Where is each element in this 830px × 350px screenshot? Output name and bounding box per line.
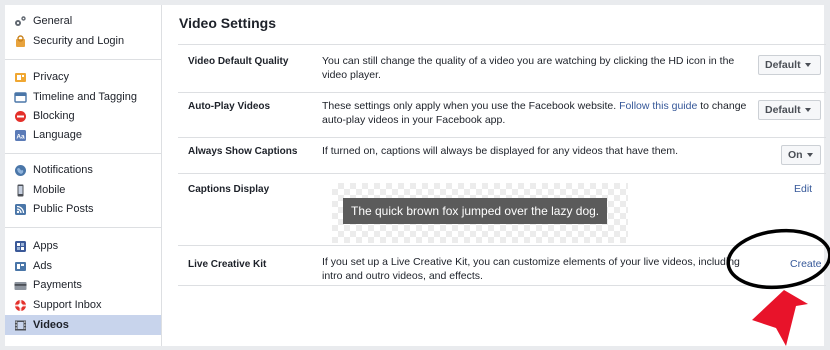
settings-sidebar: General Security and Login Privacy Timel… [5,5,162,346]
sidebar-item-label: Videos [33,319,69,331]
timeline-icon [14,91,27,104]
sidebar-divider [5,59,162,60]
sidebar-item-support-inbox[interactable]: Support Inbox [5,295,161,315]
sidebar-item-label: General [33,15,73,27]
sidebar-item-security[interactable]: Security and Login [5,31,161,51]
sidebar-divider [5,153,162,154]
follow-guide-link[interactable]: Follow this guide [619,100,697,112]
sidebar-item-label: Apps [33,240,59,252]
sidebar-item-general[interactable]: General [5,11,161,31]
caret-down-icon [806,153,813,157]
setting-desc-live-creative-kit: If you set up a Live Creative Kit, you c… [322,256,740,282]
sidebar-item-label: Ads [33,260,52,272]
dropdown-value: Default [765,104,801,116]
sidebar-item-label: Privacy [33,71,70,83]
captions-dropdown[interactable]: On [781,145,821,165]
payments-icon [14,279,27,292]
row-divider [178,245,826,246]
desc-text: These settings only apply when you use t… [322,100,617,112]
sidebar-item-label: Mobile [33,184,66,196]
language-icon: Aa [14,129,27,142]
row-divider [178,285,826,286]
block-icon [14,110,27,123]
sidebar-item-label: Timeline and Tagging [33,91,137,103]
sidebar-item-blocking[interactable]: Blocking [5,106,161,126]
sidebar-item-label: Security and Login [33,35,125,47]
default-quality-dropdown[interactable]: Default [758,55,821,75]
caret-down-icon [804,63,811,67]
sidebar-item-notifications[interactable]: Notifications [5,160,161,180]
sidebar-item-label: Support Inbox [33,299,102,311]
row-divider [178,173,826,174]
privacy-icon [14,71,27,84]
setting-label-captions: Always Show Captions [188,146,298,157]
gear-icon [14,15,27,28]
caret-down-icon [804,108,811,112]
dropdown-value: Default [765,59,801,71]
mobile-icon [14,184,27,197]
sidebar-item-mobile[interactable]: Mobile [5,180,161,200]
rss-icon [14,203,27,216]
sidebar-item-timeline[interactable]: Timeline and Tagging [5,87,161,107]
setting-desc-autoplay: These settings only apply when you use t… [322,99,747,127]
sidebar-item-videos[interactable]: Videos [5,315,161,335]
lifebuoy-icon [14,299,27,312]
sidebar-item-label: Blocking [33,110,75,122]
setting-label-autoplay: Auto-Play Videos [188,101,271,112]
sidebar-item-label: Public Posts [33,203,94,215]
apps-icon [14,240,27,253]
setting-label-default-quality: Video Default Quality [188,56,289,67]
sidebar-item-ads[interactable]: Ads [5,256,161,276]
autoplay-dropdown[interactable]: Default [758,100,821,120]
setting-desc-captions: If turned on, captions will always be di… [322,145,679,157]
svg-text:Aa: Aa [16,133,25,140]
row-divider [178,92,826,93]
sidebar-item-label: Notifications [33,164,93,176]
sidebar-item-privacy[interactable]: Privacy [5,67,161,87]
sidebar-item-language[interactable]: Aa Language [5,125,161,145]
title-divider [178,44,826,45]
setting-desc-default-quality: You can still change the quality of a vi… [322,55,735,81]
sidebar-divider [5,227,162,228]
globe-icon [14,164,27,177]
edit-captions-link[interactable]: Edit [794,183,812,195]
ads-icon [14,260,27,273]
sidebar-item-label: Language [33,129,82,141]
caption-sample-text: The quick brown fox jumped over the lazy… [343,198,608,224]
captions-preview: The quick brown fox jumped over the lazy… [332,183,628,243]
badge-icon [14,34,27,48]
page-title: Video Settings [179,15,276,31]
sidebar-item-payments[interactable]: Payments [5,275,161,295]
sidebar-item-label: Payments [33,279,82,291]
setting-label-live-creative-kit: Live Creative Kit [188,259,267,270]
sidebar-item-public-posts[interactable]: Public Posts [5,199,161,219]
row-divider [178,137,826,138]
setting-label-captions-display: Captions Display [188,184,270,195]
dropdown-value: On [788,149,803,161]
video-settings-panel: Video Settings Video Default Quality You… [162,5,826,346]
film-icon [14,319,27,332]
sidebar-item-apps[interactable]: Apps [5,236,161,256]
create-live-kit-link[interactable]: Create [790,258,822,270]
